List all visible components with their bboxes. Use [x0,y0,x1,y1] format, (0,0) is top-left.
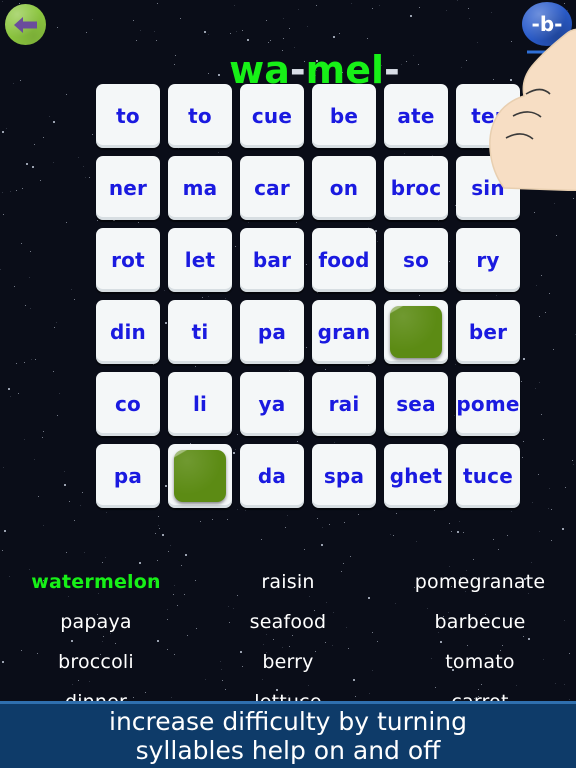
word-list-row: watermelon raisin pomegranate [0,562,576,602]
syllable-tile[interactable]: pome [456,372,520,436]
syllable-tile[interactable]: sea [384,372,448,436]
syllable-tile-label: gran [317,320,371,344]
syllable-tile-label: to [188,104,212,128]
syllable-help-toggle-label: -b- [531,12,563,36]
syllable-help-toggle-button[interactable]: -b- [522,2,572,46]
syllable-tile[interactable]: let [168,228,232,292]
syllable-tile-label: ma [182,176,218,200]
syllable-tile[interactable]: food [312,228,376,292]
syllable-tile[interactable]: din [96,300,160,364]
syllable-tile[interactable]: rai [312,372,376,436]
word-list-item: raisin [261,571,315,593]
word-list-item: barbecue [434,611,526,633]
word-list-item: broccoli [58,651,134,673]
syllable-tile-label: pome [456,392,520,416]
word-list-item: tomato [445,651,515,673]
syllable-tile-label: pa [113,464,143,488]
word-list-item: papaya [60,611,132,633]
syllable-tile-label: cue [251,104,293,128]
game-screen: wa-mel- -b- to to cue be ate ter ner ma car on bro… [0,0,576,768]
syllable-tile-label: ate [397,104,435,128]
syllable-tile[interactable]: rot [96,228,160,292]
word-list-item-found: watermelon [31,571,161,593]
syllable-tile[interactable]: cue [240,84,304,148]
word-list-row: broccoli berry tomato [0,642,576,682]
syllable-tile-used[interactable] [384,300,448,364]
syllable-tile-label: spa [323,464,365,488]
syllable-tile-label: bar [252,248,292,272]
syllable-tile[interactable]: to [96,84,160,148]
syllable-tile-label: sea [396,392,436,416]
syllable-tile-label: co [115,392,141,416]
syllable-tile-label: let [184,248,216,272]
syllable-tile-label: broc [390,176,442,200]
syllable-tile-label: ti [191,320,209,344]
syllable-tile[interactable]: li [168,372,232,436]
syllable-tile-label: ya [258,392,286,416]
syllable-tile[interactable]: to [168,84,232,148]
syllable-tile[interactable]: car [240,156,304,220]
syllable-tile[interactable]: so [384,228,448,292]
hint-banner-line-1: increase difficulty by turning [109,707,467,736]
syllable-tile-label: tuce [462,464,514,488]
syllable-tile[interactable]: co [96,372,160,436]
syllable-tile-label: ner [108,176,148,200]
syllable-tile[interactable]: ner [96,156,160,220]
syllable-tile[interactable]: be [312,84,376,148]
syllable-tile-label: li [192,392,208,416]
syllable-tile[interactable]: ghet [384,444,448,508]
syllable-tile[interactable]: pa [240,300,304,364]
syllable-tile[interactable]: spa [312,444,376,508]
syllable-tile-label: ber [468,320,508,344]
syllable-tile[interactable]: tuce [456,444,520,508]
syllable-tile[interactable]: pa [96,444,160,508]
syllable-tile-label: pa [257,320,287,344]
word-list-row: papaya seafood barbecue [0,602,576,642]
syllable-tile[interactable]: da [240,444,304,508]
syllable-tile-label: food [318,248,370,272]
syllable-tile-label: din [109,320,146,344]
syllable-tile-label: ry [476,248,500,272]
syllable-tile[interactable]: ya [240,372,304,436]
syllable-tile[interactable]: gran [312,300,376,364]
syllable-tile-label: car [254,176,290,200]
syllable-tile-label: be [329,104,359,128]
syllable-tile-label: so [402,248,430,272]
hint-banner[interactable]: increase difficulty by turning syllables… [0,701,576,768]
syllable-tile-label: ter [471,104,505,128]
syllable-tile-used[interactable] [168,444,232,508]
syllable-tile-label: rai [328,392,360,416]
syllable-tile[interactable]: sin [456,156,520,220]
syllable-tile[interactable]: ti [168,300,232,364]
word-list-item: pomegranate [414,571,546,593]
syllable-tile[interactable]: broc [384,156,448,220]
syllable-tile[interactable]: ry [456,228,520,292]
syllable-grid: to to cue be ate ter ner ma car on broc sin rot let ba… [96,84,520,508]
syllable-tile-label: da [257,464,287,488]
syllable-tile-label: ghet [389,464,443,488]
word-list-item: berry [262,651,314,673]
word-list: watermelon raisin pomegranate papaya seafood… [0,562,576,712]
syllable-tile-label: to [116,104,140,128]
syllable-tile[interactable]: ma [168,156,232,220]
syllable-tile-label: sin [471,176,505,200]
syllable-tile[interactable]: ber [456,300,520,364]
syllable-tile[interactable]: on [312,156,376,220]
hint-banner-line-2: syllables help on and off [135,736,441,765]
syllable-tile[interactable]: bar [240,228,304,292]
syllable-tile-label: on [329,176,359,200]
arrow-right-icon [525,44,567,58]
syllable-tile[interactable]: ter [456,84,520,148]
word-list-item: seafood [249,611,327,633]
syllable-tile-label: rot [111,248,145,272]
syllable-tile[interactable]: ate [384,84,448,148]
